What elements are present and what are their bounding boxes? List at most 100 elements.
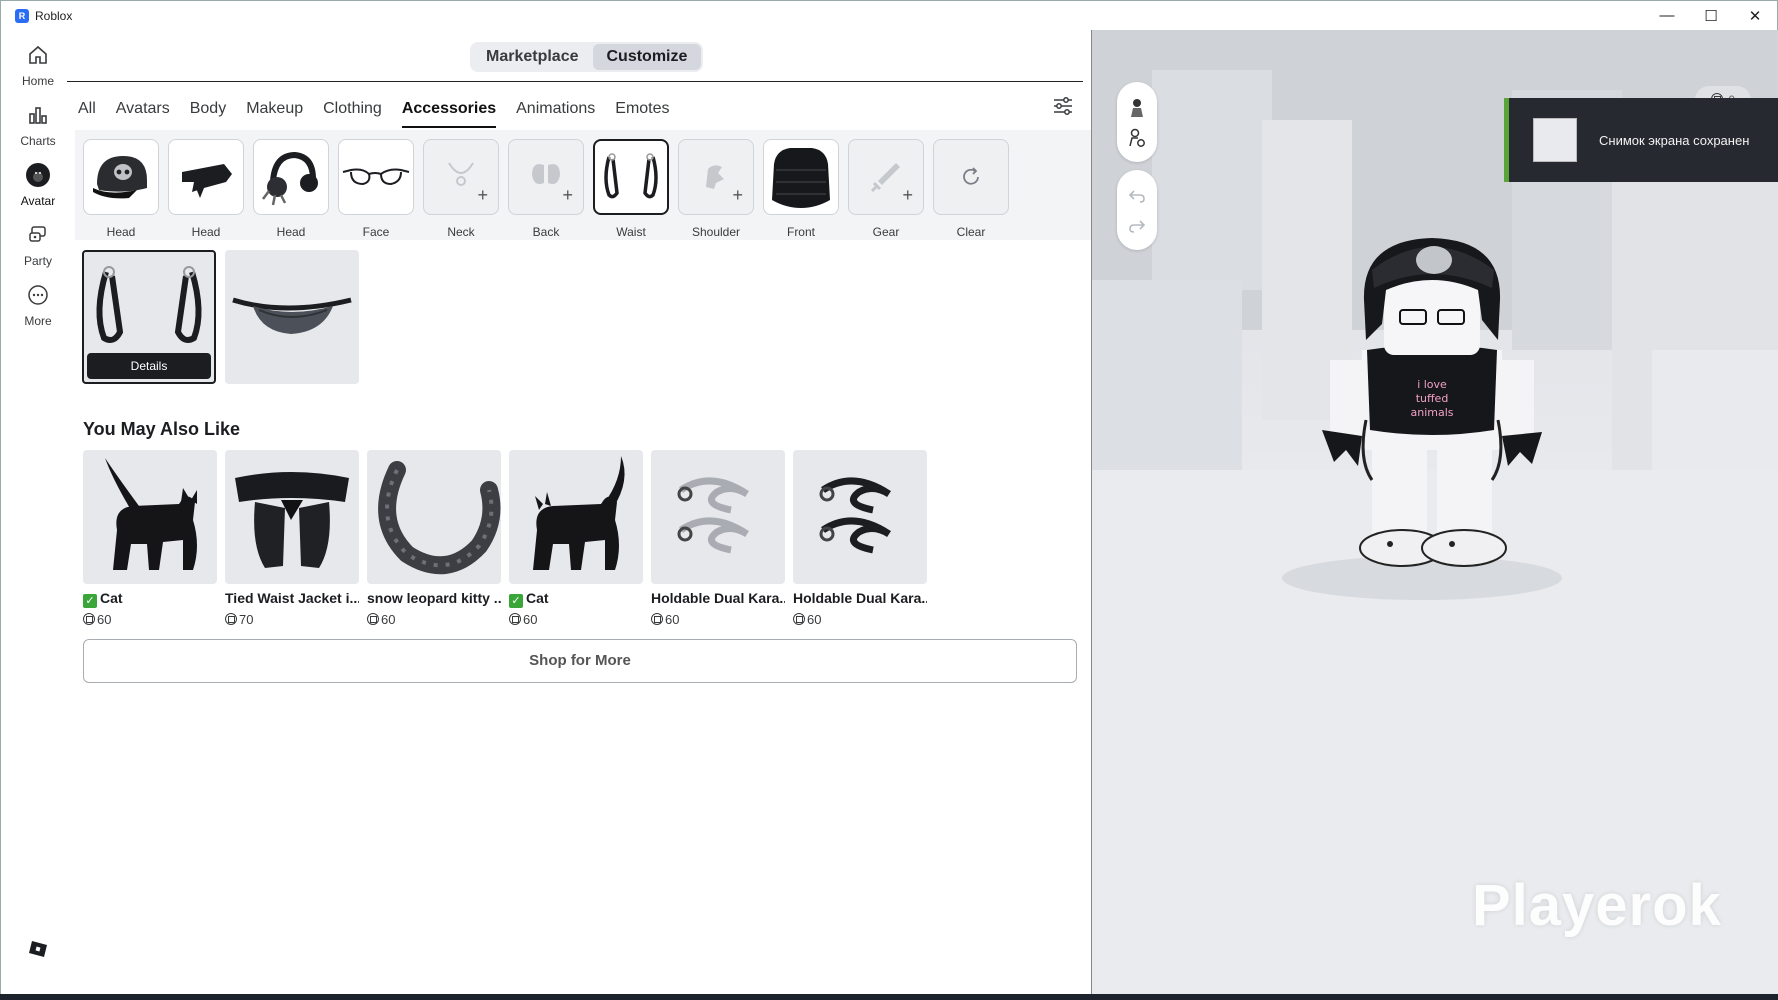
slot-thumbnail[interactable] [83, 139, 159, 215]
item-name-text: Holdable Dual Kara... [651, 590, 785, 606]
slot-thumbnail[interactable] [763, 139, 839, 215]
equipped-item-belt-bag[interactable] [225, 250, 359, 384]
karambit-icon [819, 477, 891, 554]
slot-gear[interactable]: + Gear [848, 139, 924, 239]
add-plus-icon: + [477, 185, 488, 205]
price-value: 60 [97, 612, 112, 627]
item-name: ✓ Cat [83, 590, 217, 608]
redo-icon[interactable] [1125, 214, 1149, 238]
close-button[interactable]: ✕ [1733, 1, 1777, 30]
slot-label: Head [106, 225, 136, 239]
nav-item-more[interactable]: More [1, 282, 75, 342]
waist-chains-thumbnail-icon [96, 266, 202, 343]
avatar-pose-icon[interactable] [1125, 96, 1149, 120]
tab-makeup[interactable]: Makeup [246, 90, 303, 128]
tab-clothing[interactable]: Clothing [323, 90, 382, 128]
title-bar: R Roblox — ☐ ✕ [1, 1, 1777, 30]
slot-neck[interactable]: + Neck [423, 139, 499, 239]
shoulder-pet-icon [706, 165, 724, 189]
black-cat-icon [533, 456, 625, 570]
window-controls: — ☐ ✕ [1645, 1, 1777, 30]
robux-icon [367, 613, 379, 625]
item-price: 60 [367, 612, 501, 627]
tied-jacket-icon [235, 472, 349, 568]
tab-animations[interactable]: Animations [516, 90, 595, 128]
shop-for-more-button[interactable]: Shop for More [83, 639, 1077, 683]
recommended-item[interactable]: ✓ Cat 60 [509, 450, 643, 627]
screenshot-thumbnail [1533, 118, 1577, 162]
slot-face[interactable]: Face [338, 139, 414, 239]
item-thumbnail[interactable] [651, 450, 785, 584]
item-name: Holdable Dual Kara... [651, 590, 785, 608]
add-plus-icon: + [732, 185, 743, 205]
recommended-item[interactable]: ✓ Cat 60 [83, 450, 217, 627]
item-price: 60 [793, 612, 927, 627]
tab-customize[interactable]: Customize [592, 44, 702, 70]
item-name: snow leopard kitty ... [367, 590, 501, 608]
recommended-item[interactable]: Tied Waist Jacket i... 70 [225, 450, 359, 627]
avatar-icon [25, 162, 51, 188]
slot-head-3[interactable]: Head [253, 139, 329, 239]
slot-thumbnail[interactable]: + [508, 139, 584, 215]
recommended-item[interactable]: Holdable Dual Kara... 60 [651, 450, 785, 627]
watermark-text: Playerok [1472, 873, 1722, 938]
equipped-item-waist-chains[interactable]: Details [82, 250, 216, 384]
tab-avatars[interactable]: Avatars [116, 90, 170, 128]
nav-item-party[interactable]: Party [1, 222, 75, 282]
slot-thumbnail[interactable] [338, 139, 414, 215]
nav-item-charts[interactable]: Charts [1, 102, 75, 162]
minimize-button[interactable]: — [1645, 1, 1689, 30]
slot-thumbnail[interactable]: + [848, 139, 924, 215]
slot-head-1[interactable]: Head [83, 139, 159, 239]
item-thumbnail[interactable] [509, 450, 643, 584]
robux-icon [793, 613, 805, 625]
shirt-text: i love [1417, 378, 1447, 391]
slot-thumbnail[interactable]: + [423, 139, 499, 215]
avatar-character: i love tuffed animals [1322, 238, 1542, 567]
avatar-settings-icon[interactable] [1125, 126, 1149, 150]
item-thumbnail[interactable] [367, 450, 501, 584]
robux-icon [83, 613, 95, 625]
tab-body[interactable]: Body [190, 90, 226, 128]
maximize-button[interactable]: ☐ [1689, 1, 1733, 30]
slot-clear[interactable]: Clear [933, 139, 1009, 239]
item-thumbnail[interactable] [83, 450, 217, 584]
robux-icon [651, 613, 663, 625]
slot-shoulder[interactable]: + Shoulder [678, 139, 754, 239]
tab-marketplace[interactable]: Marketplace [472, 44, 593, 70]
recommended-item[interactable]: Holdable Dual Kara... 60 [793, 450, 927, 627]
details-button[interactable]: Details [87, 353, 211, 379]
roblox-window: R Roblox — ☐ ✕ Home Charts Avatar Party … [0, 0, 1778, 995]
shirt-text: animals [1410, 406, 1453, 419]
slot-thumbnail[interactable]: + [678, 139, 754, 215]
undo-icon[interactable] [1125, 184, 1149, 208]
avatar-viewport[interactable]: i love tuffed animals Снимок экрана сохр… [1091, 30, 1778, 995]
tab-emotes[interactable]: Emotes [615, 90, 669, 128]
roblox-bottom-logo-icon[interactable] [28, 939, 48, 959]
slot-thumbnail[interactable] [168, 139, 244, 215]
hair-piece-icon [182, 164, 232, 198]
slot-front[interactable]: Front [763, 139, 839, 239]
nav-item-avatar[interactable]: Avatar [1, 162, 75, 222]
slot-label: Waist [616, 225, 646, 239]
nav-label-more: More [24, 314, 52, 328]
nav-item-home[interactable]: Home [1, 42, 75, 102]
owned-check-icon: ✓ [83, 594, 97, 608]
slot-thumbnail[interactable] [253, 139, 329, 215]
recommended-item[interactable]: snow leopard kitty ... 60 [367, 450, 501, 627]
filter-sliders-icon[interactable] [1049, 90, 1077, 122]
item-name: Holdable Dual Kara... [793, 590, 927, 608]
item-thumbnail[interactable] [793, 450, 927, 584]
slot-back[interactable]: + Back [508, 139, 584, 239]
tab-all[interactable]: All [78, 90, 96, 128]
item-name-text: snow leopard kitty ... [367, 590, 501, 606]
price-value: 70 [239, 612, 254, 627]
slot-thumbnail[interactable] [593, 139, 669, 215]
slot-head-2[interactable]: Head [168, 139, 244, 239]
item-name-text: Holdable Dual Kara... [793, 590, 927, 606]
tab-accessories[interactable]: Accessories [401, 90, 497, 128]
item-thumbnail[interactable] [225, 450, 359, 584]
item-price: 60 [651, 612, 785, 627]
slot-waist[interactable]: Waist [593, 139, 669, 239]
clear-button[interactable] [933, 139, 1009, 215]
